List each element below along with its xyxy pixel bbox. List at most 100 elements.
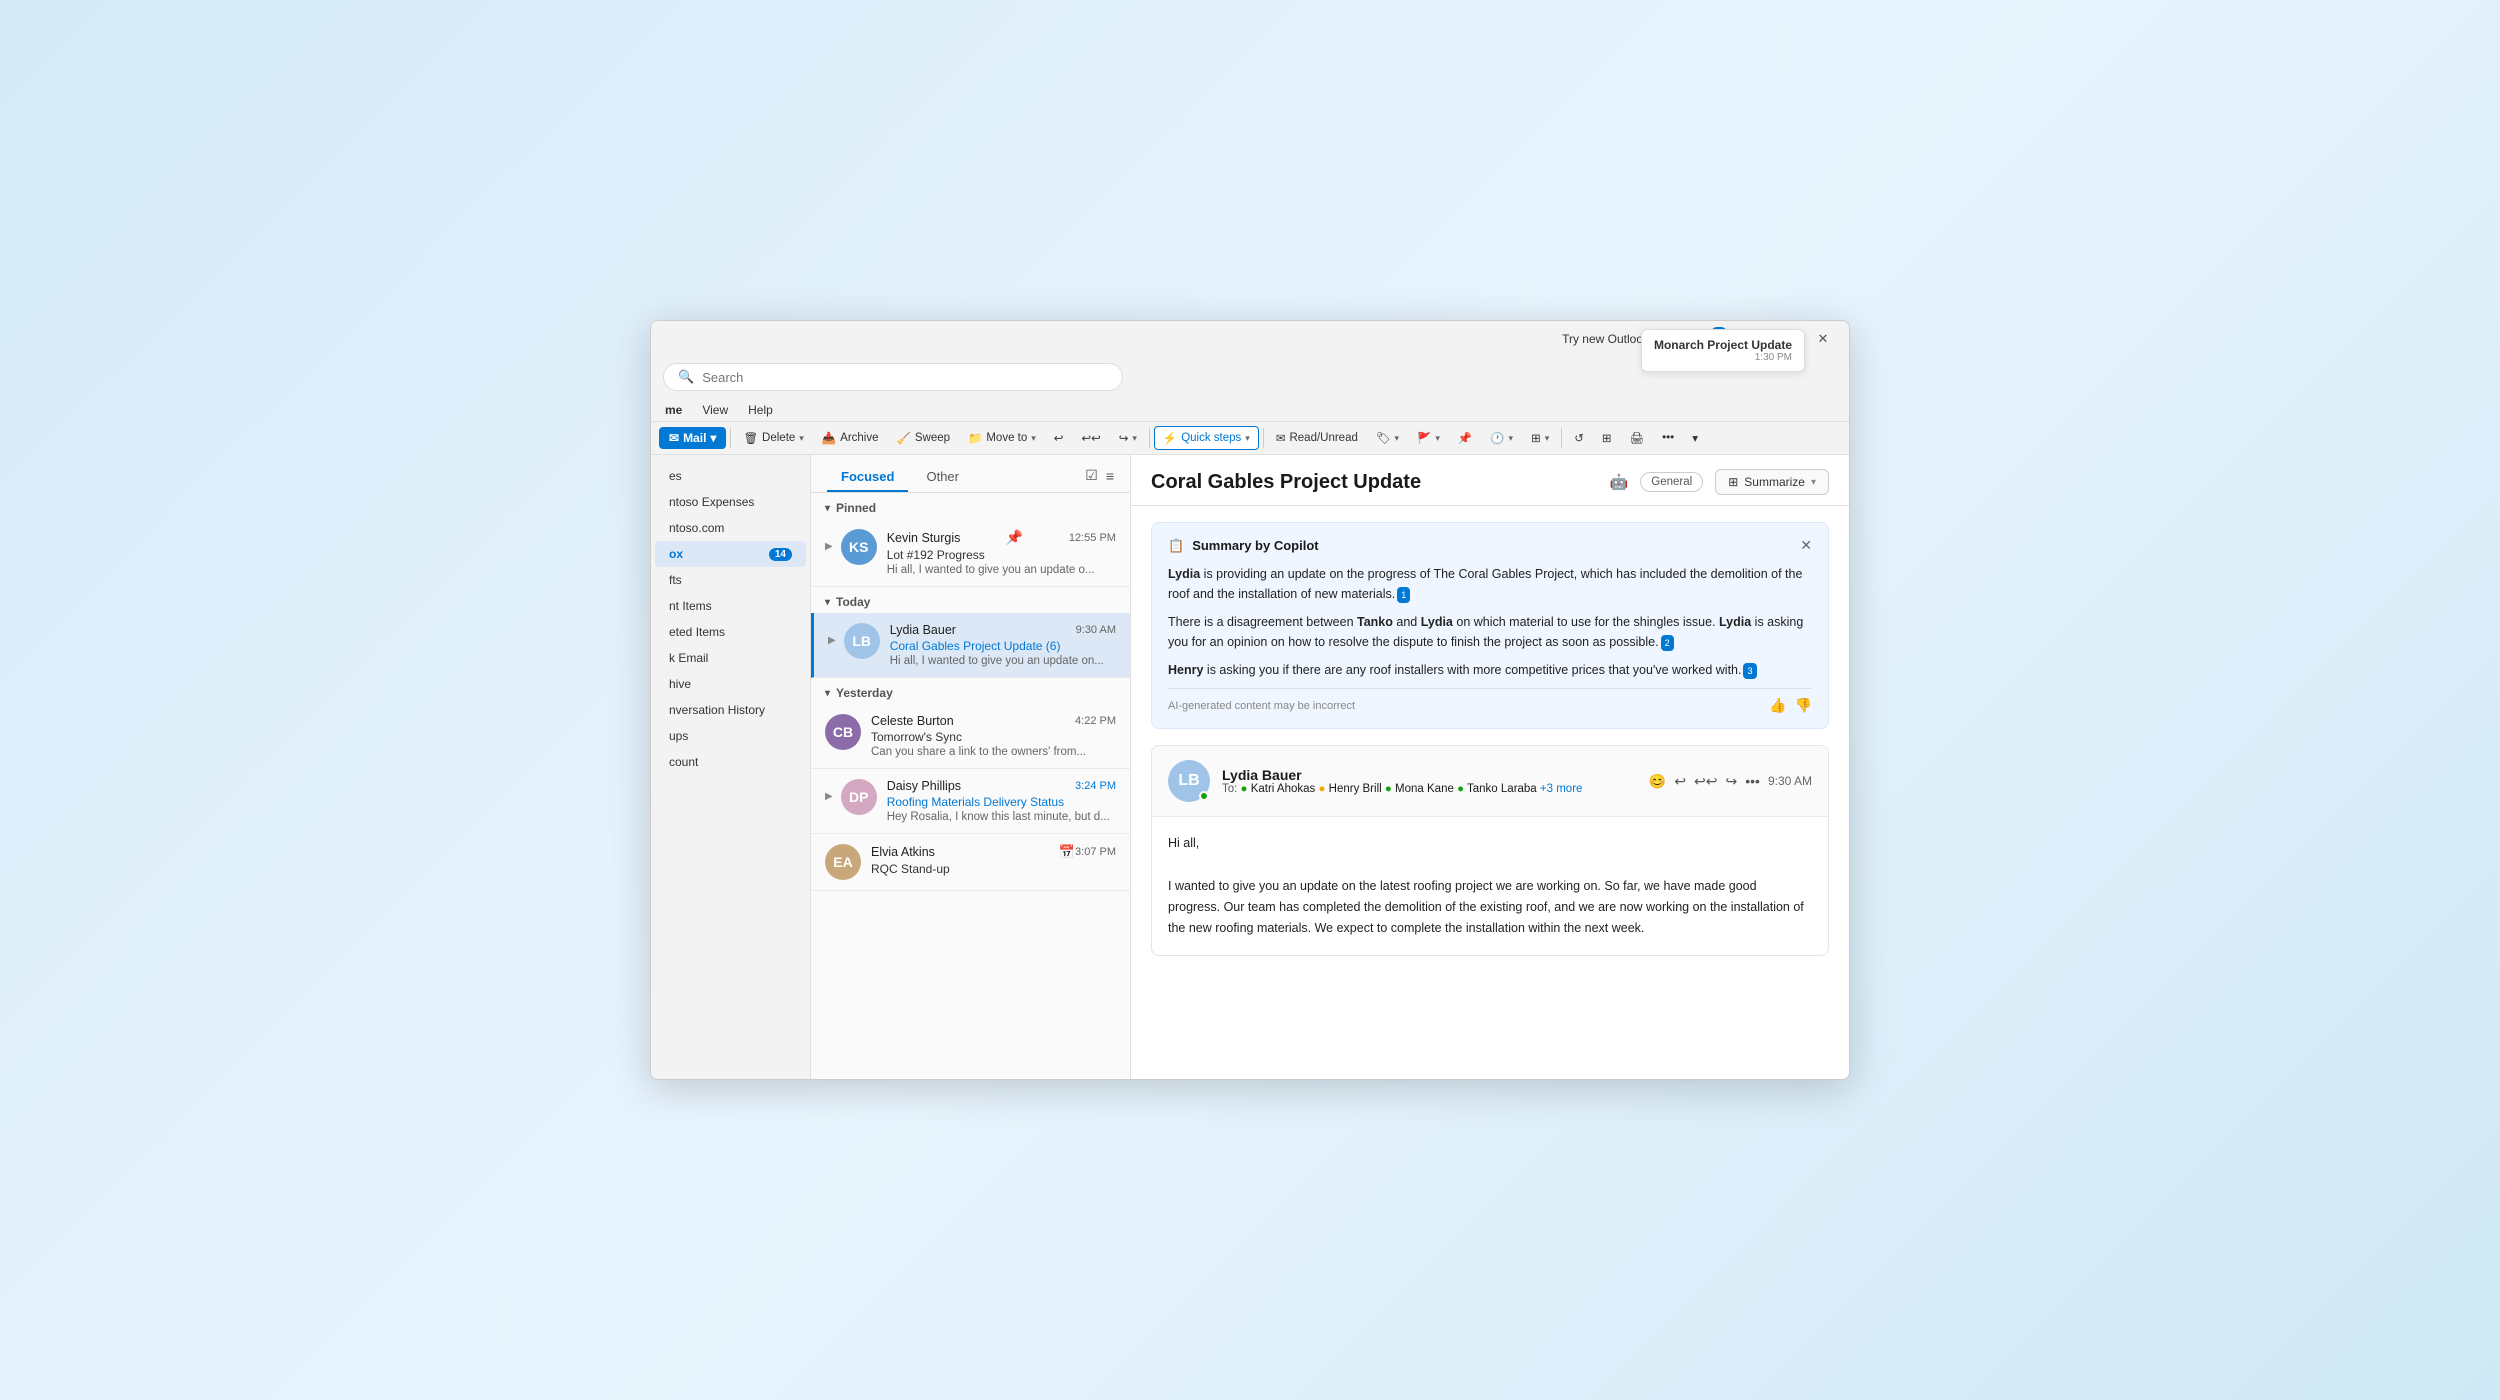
message-to-line: To: ● Katri Ahokas ● Henry Brill ● Mona …	[1222, 783, 1637, 795]
to-label: To:	[1222, 783, 1241, 795]
clock-button[interactable]: 🕐 ▾	[1482, 427, 1521, 449]
tab-focused[interactable]: Focused	[827, 463, 908, 492]
tag-badge-label: General	[1651, 476, 1692, 488]
summarize-label: Summarize	[1744, 475, 1805, 489]
tab-other[interactable]: Other	[912, 463, 973, 492]
moveto-label: Move to	[986, 432, 1027, 444]
thumbs-up-icon[interactable]: 👍	[1769, 697, 1786, 714]
mail-button[interactable]: ✉ Mail ▾	[659, 427, 726, 449]
moveto-button[interactable]: 📁 Move to ▾	[960, 427, 1044, 449]
menu-item-help[interactable]: Help	[738, 399, 783, 421]
pinned-chevron-icon[interactable]: ▾	[825, 503, 830, 514]
celeste-email-subject: Tomorrow's Sync	[871, 730, 1116, 744]
zoom-button[interactable]: ⊞	[1594, 427, 1620, 449]
kevin-pin-icon: 📌	[1006, 529, 1023, 546]
filter-checkbox-icon[interactable]: ☑	[1085, 467, 1098, 484]
sidebar-item-account[interactable]: count	[655, 749, 806, 775]
sidebar-item-archive-label: hive	[669, 677, 691, 691]
lydia-expand-icon[interactable]: ▶	[828, 635, 836, 646]
search-input[interactable]	[702, 370, 1108, 385]
sweep-button[interactable]: 🧹 Sweep	[889, 427, 959, 449]
email-item-lydia[interactable]: ▶ LB Lydia Bauer 9:30 AM Coral Gables Pr…	[811, 613, 1130, 678]
sidebar-item-archive[interactable]: hive	[655, 671, 806, 697]
emoji-button[interactable]: 😊	[1649, 773, 1666, 790]
more-recipients-link[interactable]: +3 more	[1540, 783, 1583, 795]
forward-icon: ↪	[1119, 431, 1129, 445]
today-chevron-icon[interactable]: ▾	[825, 597, 830, 608]
sidebar-item-groups[interactable]: ups	[655, 723, 806, 749]
undo-button[interactable]: ↺	[1566, 427, 1592, 449]
menu-bar: me View Help	[651, 397, 1849, 422]
quick-steps-button[interactable]: ⚡ Quick steps ▾	[1154, 426, 1259, 450]
reply-all-button[interactable]: ↩↩	[1073, 427, 1108, 449]
sidebar-item-es[interactable]: es	[655, 463, 806, 489]
message-forward-button[interactable]: ↪	[1726, 773, 1738, 790]
copilot-title: 📋 Summary by Copilot	[1168, 538, 1319, 554]
print-icon: 🖨	[1630, 431, 1645, 445]
menu-item-me[interactable]: me	[655, 399, 692, 421]
category-button[interactable]: ⊞ ▾	[1523, 427, 1557, 449]
message-reply-button[interactable]: ↩	[1674, 773, 1686, 790]
filter-list-icon[interactable]: ≡	[1106, 468, 1114, 484]
flag-icon: 🚩	[1417, 431, 1431, 445]
message-more-button[interactable]: •••	[1745, 773, 1760, 789]
email-item-celeste[interactable]: CB Celeste Burton 4:22 PM Tomorrow's Syn…	[811, 704, 1130, 769]
flag-button[interactable]: 🚩 ▾	[1409, 427, 1448, 449]
tag-button[interactable]: 🏷 ▾	[1368, 427, 1407, 449]
yesterday-label: Yesterday	[836, 686, 893, 700]
yesterday-chevron-icon[interactable]: ▾	[825, 688, 830, 699]
lydia-sender-name: Lydia Bauer	[890, 623, 956, 637]
envelope-icon: ✉	[1276, 431, 1286, 445]
pin-button[interactable]: 📌	[1450, 427, 1480, 449]
notification-panel: Monarch Project Update 1:30 PM	[1641, 329, 1805, 372]
daisy-expand-icon[interactable]: ▶	[825, 791, 833, 802]
sidebar-item-drafts[interactable]: fts	[655, 567, 806, 593]
moveto-chevron-icon: ▾	[1031, 433, 1036, 444]
readunread-label: Read/Unread	[1289, 432, 1357, 444]
summarize-button[interactable]: ⊞ Summarize ▾	[1715, 469, 1829, 495]
sidebar-item-contoso-com[interactable]: ntoso.com	[655, 515, 806, 541]
main-content: es ntoso Expenses ntoso.com ox 14 fts nt…	[651, 455, 1849, 1079]
sidebar-item-deleted[interactable]: eted Items	[655, 619, 806, 645]
copilot-cite-2: 2	[1661, 635, 1674, 651]
delete-button[interactable]: 🗑 Delete ▾	[735, 427, 811, 449]
reply-button[interactable]: ↩	[1046, 427, 1072, 449]
more-options-button[interactable]: •••	[1654, 428, 1682, 448]
celeste-sender-name: Celeste Burton	[871, 714, 954, 728]
clock-icon: 🕐	[1490, 431, 1504, 445]
sidebar-item-inbox[interactable]: ox 14	[655, 541, 806, 567]
celeste-avatar: CB	[825, 714, 861, 750]
sidebar-item-account-label: count	[669, 755, 698, 769]
sidebar: es ntoso Expenses ntoso.com ox 14 fts nt…	[651, 455, 811, 1079]
sidebar-item-junk[interactable]: k Email	[655, 645, 806, 671]
tag-general-badge[interactable]: General	[1640, 472, 1703, 492]
thumbs-down-icon[interactable]: 👎	[1795, 697, 1812, 714]
email-item-daisy[interactable]: ▶ DP Daisy Phillips 3:24 PM Roofing Mate…	[811, 769, 1130, 834]
readunread-button[interactable]: ✉ Read/Unread	[1268, 427, 1366, 449]
summarize-icon: ⊞	[1728, 475, 1738, 489]
section-pinned: ▾ Pinned	[811, 493, 1130, 519]
menu-item-view[interactable]: View	[692, 399, 738, 421]
archive-button[interactable]: 📥 Archive	[814, 427, 887, 449]
copilot-close-button[interactable]: ✕	[1800, 537, 1812, 554]
message-reply-all-button[interactable]: ↩↩	[1694, 773, 1717, 790]
undo-icon: ↺	[1574, 431, 1584, 445]
message-actions: 😊 ↩ ↩↩ ↪ ••• 9:30 AM	[1649, 773, 1812, 790]
print-button[interactable]: 🖨	[1622, 427, 1653, 449]
reading-pane-title: Coral Gables Project Update	[1151, 471, 1598, 494]
sidebar-item-conversation-history[interactable]: nversation History	[655, 697, 806, 723]
daisy-email-subject: Roofing Materials Delivery Status	[887, 795, 1116, 809]
kevin-expand-icon[interactable]: ▶	[825, 541, 833, 552]
copilot-para3-text: is asking you if there are any roof inst…	[1203, 663, 1741, 677]
copilot-cite-1: 1	[1397, 587, 1410, 603]
sidebar-item-contoso-expenses[interactable]: ntoso Expenses	[655, 489, 806, 515]
expand-toolbar-button[interactable]: ▾	[1684, 427, 1706, 449]
search-bar[interactable]: 🔍	[663, 363, 1123, 391]
close-button[interactable]: ✕	[1809, 325, 1837, 353]
copilot-cite-3: 3	[1743, 663, 1756, 679]
forward-button[interactable]: ↪ ▾	[1111, 427, 1145, 449]
email-item-kevin[interactable]: ▶ KS Kevin Sturgis 📌 12:55 PM Lot #192 P…	[811, 519, 1130, 587]
email-item-elvia[interactable]: EA Elvia Atkins 📅 3:07 PM RQC Stand-up	[811, 834, 1130, 891]
sidebar-item-sent[interactable]: nt Items	[655, 593, 806, 619]
pin-icon: 📌	[1458, 431, 1472, 445]
